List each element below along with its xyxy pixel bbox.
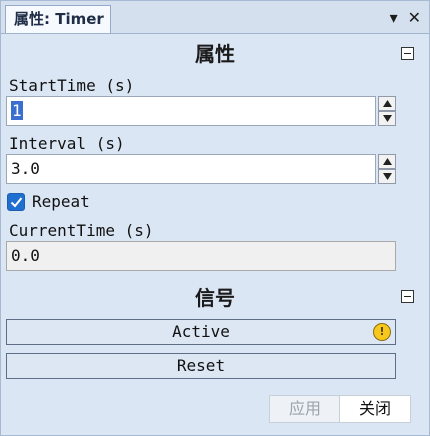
current-time-field: 0.0 [6,241,396,271]
repeat-label: Repeat [32,192,90,211]
start-time-label: StartTime (s) [9,76,135,95]
alert-badge-icon: ! [373,323,391,341]
tab-properties-timer[interactable]: 属性: Timer [5,5,111,33]
current-time-label: CurrentTime (s) [9,221,154,240]
interval-spinner [378,154,396,184]
active-signal-label: Active [172,322,230,341]
start-time-decrement-button[interactable] [378,111,396,126]
collapse-signals-button[interactable] [401,290,414,303]
properties-section-title: 属性 [195,42,235,66]
panel-content: 属性 StartTime (s) 1 Interval (s) 3.0 Repe… [1,34,429,435]
checkmark-icon [10,197,23,208]
arrow-down-icon [383,173,392,180]
repeat-checkbox[interactable] [7,193,25,211]
tab-bar: 属性: Timer ▾ ✕ [1,1,429,34]
signals-section-title: 信号 [195,286,235,310]
apply-button[interactable]: 应用 [269,395,341,423]
arrow-up-icon [383,158,392,165]
interval-increment-button[interactable] [378,154,396,169]
start-time-increment-button[interactable] [378,96,396,111]
interval-decrement-button[interactable] [378,169,396,184]
reset-signal-button[interactable]: Reset [6,353,396,379]
reset-signal-label: Reset [176,356,226,375]
close-button[interactable]: 关闭 [339,395,411,423]
close-icon[interactable]: ✕ [408,10,421,26]
active-signal-button[interactable]: Active ! [6,319,396,345]
interval-label: Interval (s) [9,134,125,153]
property-panel: 属性: Timer ▾ ✕ 属性 StartTime (s) 1 Interva… [0,0,430,436]
start-time-spinner [378,96,396,126]
dropdown-icon[interactable]: ▾ [390,10,398,26]
interval-input[interactable]: 3.0 [6,154,376,184]
start-time-value: 1 [11,101,23,120]
start-time-input[interactable]: 1 [6,96,376,126]
arrow-down-icon [383,115,392,122]
collapse-properties-button[interactable] [401,47,414,60]
tab-tools: ▾ ✕ [390,7,421,29]
current-time-value: 0.0 [11,246,40,265]
interval-value: 3.0 [11,159,40,178]
arrow-up-icon [383,100,392,107]
